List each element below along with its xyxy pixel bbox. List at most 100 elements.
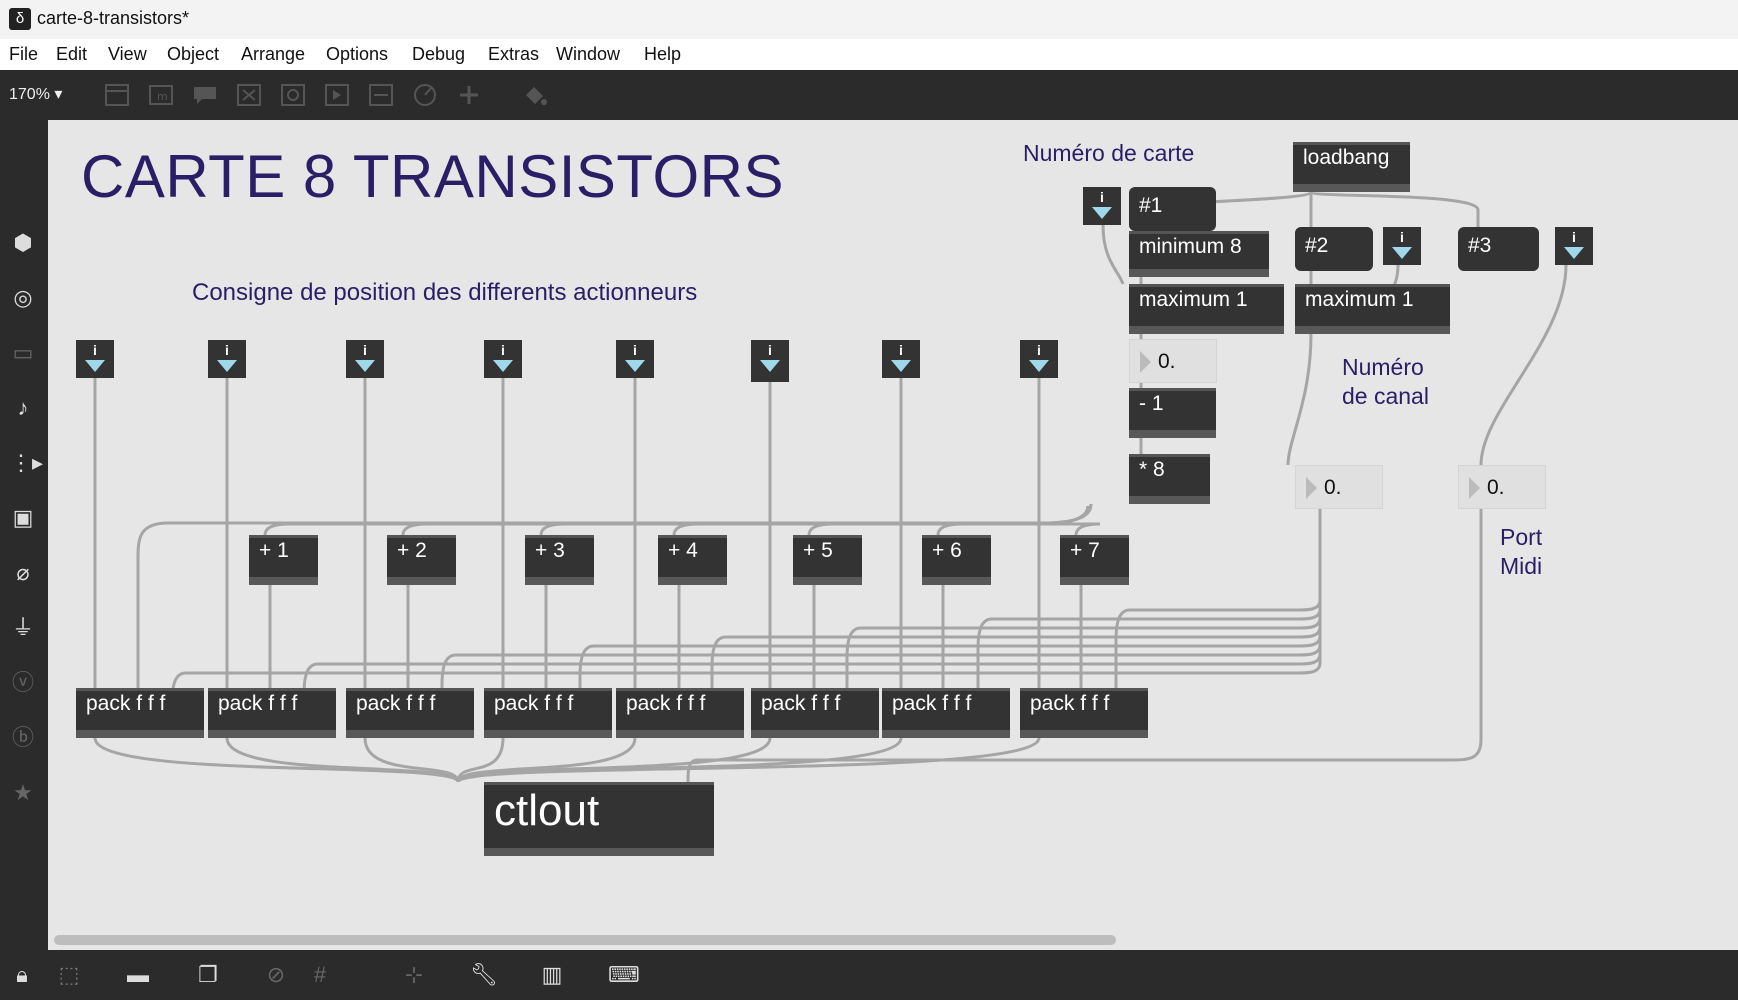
minimum-label: minimum 8 [1139, 235, 1242, 258]
pack-object-6[interactable]: pack f f f [751, 688, 879, 738]
int-actuator-5[interactable]: i [616, 340, 654, 378]
vimeo-icon[interactable]: ⓥ [10, 670, 36, 696]
grid-icon[interactable]: # [306, 962, 334, 988]
star-icon[interactable]: ★ [10, 780, 36, 806]
menu-arrange[interactable]: Arrange [241, 44, 305, 65]
patch-cord [93, 737, 460, 784]
pack-object-1[interactable]: pack f f f [76, 688, 204, 738]
snap-icon[interactable]: ⊹ [400, 962, 428, 988]
presentation-toggle-icon[interactable]: ⬚ [55, 962, 83, 988]
plugin-icon[interactable]: ⏚ [10, 615, 36, 641]
arrow-down-icon [217, 360, 237, 372]
pack-object-5[interactable]: pack f f f [616, 688, 744, 738]
piano-icon[interactable]: ▥ [538, 962, 566, 988]
comment-numero-canal-line1: Numéro [1342, 354, 1424, 380]
maximum-1-object-a[interactable]: maximum 1 [1129, 284, 1284, 334]
menu-file[interactable]: File [9, 44, 38, 65]
number-icon[interactable] [324, 83, 350, 107]
int-label: i [1400, 229, 1404, 245]
keyboard-icon[interactable]: ⌨ [608, 962, 640, 988]
image-icon[interactable]: ▣ [10, 505, 36, 531]
ctlout-object[interactable]: ctlout [484, 782, 714, 856]
windows-icon[interactable]: ❐ [194, 962, 222, 988]
add-3-object[interactable]: + 3 [525, 535, 594, 585]
int-actuator-6[interactable]: i [751, 340, 789, 382]
add-label: + 5 [803, 539, 833, 562]
pack-object-3[interactable]: pack f f f [346, 688, 474, 738]
pack-object-7[interactable]: pack f f f [882, 688, 1010, 738]
comment-icon[interactable] [192, 83, 218, 107]
left-sidebar: ⬢ ◎ ▭ ♪ ⋮▸ ▣ ⌀ ⏚ ⓥ ⓑ ★ [0, 120, 48, 950]
message-3[interactable]: #3 [1458, 227, 1539, 271]
hide-icon[interactable]: ⊘ [262, 962, 290, 988]
cube-icon[interactable]: ⬢ [10, 230, 36, 256]
flonum-canal[interactable]: 0. [1295, 465, 1383, 509]
menu-edit[interactable]: Edit [56, 44, 87, 65]
wrench-icon[interactable]: 🔧︎ [470, 962, 498, 988]
message-2[interactable]: #2 [1295, 227, 1373, 271]
flonum-port[interactable]: 0. [1458, 465, 1546, 509]
int-label: i [93, 342, 97, 358]
int-canal[interactable]: i [1383, 227, 1421, 265]
menu-view[interactable]: View [108, 44, 147, 65]
int-actuator-4[interactable]: i [484, 340, 522, 378]
maximum-a-label: maximum 1 [1139, 288, 1248, 311]
pack-object-2[interactable]: pack f f f [208, 688, 336, 738]
add-5-object[interactable]: + 5 [793, 535, 862, 585]
int-actuator-8[interactable]: i [1020, 340, 1058, 378]
toggle-icon[interactable] [280, 83, 306, 107]
int-actuator-3[interactable]: i [346, 340, 384, 378]
presentation-icon[interactable] [104, 83, 130, 107]
playlist-icon[interactable]: ⋮▸ [10, 450, 43, 476]
loadbang-object[interactable]: loadbang [1293, 142, 1410, 192]
paint-bucket-icon[interactable] [522, 83, 548, 107]
menu-debug[interactable]: Debug [412, 44, 465, 65]
film-icon[interactable]: ▭ [10, 340, 36, 366]
paperclip-icon[interactable]: ⌀ [10, 560, 36, 586]
message-1-label: #1 [1139, 194, 1163, 217]
add-7-object[interactable]: + 7 [1060, 535, 1129, 585]
add-2-object[interactable]: + 2 [387, 535, 456, 585]
minimum-8-object[interactable]: minimum 8 [1129, 231, 1269, 277]
pack-object-8[interactable]: pack f f f [1020, 688, 1148, 738]
pack-object-4[interactable]: pack f f f [484, 688, 612, 738]
slider-icon[interactable] [368, 83, 394, 107]
music-note-icon[interactable]: ♪ [10, 395, 36, 421]
int-label: i [899, 342, 903, 358]
circle-target-icon[interactable]: ◎ [10, 285, 36, 311]
int-number-carte[interactable]: i [1083, 187, 1121, 225]
add-4-object[interactable]: + 4 [658, 535, 727, 585]
arrow-down-icon [760, 360, 780, 372]
lock-icon[interactable]: 🔒︎ [8, 962, 36, 988]
add-1-object[interactable]: + 1 [249, 535, 318, 585]
int-port[interactable]: i [1555, 227, 1593, 265]
message-icon[interactable]: m [148, 83, 174, 107]
maximum-1-object-b[interactable]: maximum 1 [1295, 284, 1450, 334]
add-6-object[interactable]: + 6 [922, 535, 991, 585]
bpatcher-icon[interactable]: ⓑ [10, 725, 36, 751]
int-actuator-7[interactable]: i [882, 340, 920, 378]
menu-object[interactable]: Object [167, 44, 219, 65]
int-label: i [363, 342, 367, 358]
menu-options[interactable]: Options [326, 44, 388, 65]
minus-1-object[interactable]: - 1 [1129, 388, 1216, 438]
dial-icon[interactable] [412, 83, 438, 107]
pack-label: pack f f f [761, 692, 841, 715]
flonum-carte[interactable]: 0. [1129, 339, 1217, 383]
horizontal-scrollbar[interactable] [54, 935, 1116, 945]
add-object-icon[interactable] [456, 83, 482, 107]
int-actuator-2[interactable]: i [208, 340, 246, 378]
menu-help[interactable]: Help [644, 44, 681, 65]
button-icon[interactable] [236, 83, 262, 107]
message-1[interactable]: #1 [1129, 187, 1216, 231]
menu-window[interactable]: Window [556, 44, 620, 65]
int-actuator-1[interactable]: i [76, 340, 114, 378]
times-8-object[interactable]: * 8 [1129, 454, 1210, 504]
window-title: carte-8-transistors* [37, 8, 190, 28]
patcher-canvas[interactable]: CARTE 8 TRANSISTORS Consigne de position… [48, 120, 1738, 950]
comment-icon[interactable]: ▬ [124, 962, 152, 988]
menu-extras[interactable]: Extras [488, 44, 539, 65]
zoom-selector[interactable]: 170% ▾ [9, 84, 62, 104]
minus-label: - 1 [1139, 392, 1164, 415]
comment-port-line2: Midi [1500, 553, 1543, 579]
